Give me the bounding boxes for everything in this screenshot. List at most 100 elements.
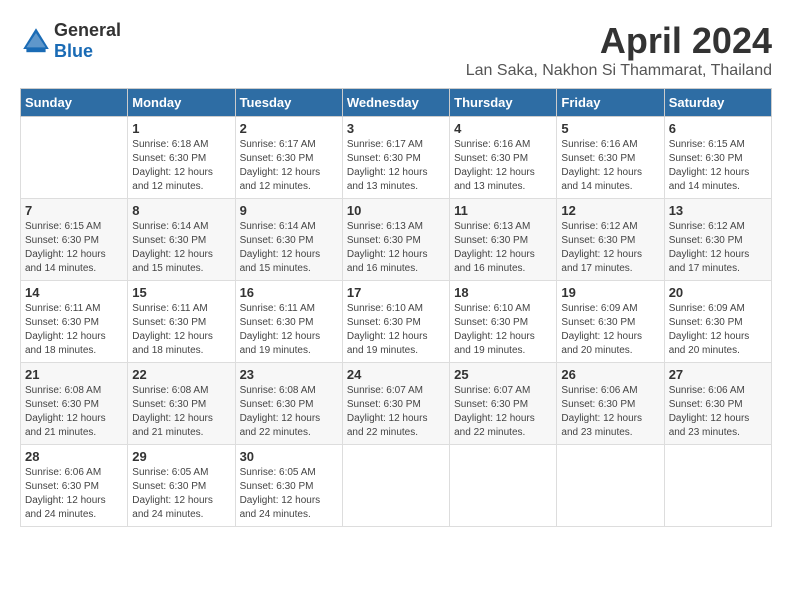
day-info: Sunrise: 6:06 AM Sunset: 6:30 PM Dayligh… <box>25 466 123 522</box>
day-info: Sunrise: 6:05 AM Sunset: 6:30 PM Dayligh… <box>240 466 338 522</box>
calendar-cell: 2 Sunrise: 6:17 AM Sunset: 6:30 PM Daylig… <box>235 117 342 199</box>
calendar-cell: 19 Sunrise: 6:09 AM Sunset: 6:30 PM Dayli… <box>557 281 664 363</box>
day-info: Sunrise: 6:14 AM Sunset: 6:30 PM Dayligh… <box>132 220 230 276</box>
calendar-cell: 28 Sunrise: 6:06 AM Sunset: 6:30 PM Dayli… <box>21 445 128 527</box>
calendar-week-2: 7 Sunrise: 6:15 AM Sunset: 6:30 PM Daylig… <box>21 199 772 281</box>
logo-general: General <box>54 20 121 40</box>
day-info: Sunrise: 6:12 AM Sunset: 6:30 PM Dayligh… <box>669 220 767 276</box>
calendar-cell: 9Sunrise: 6:14 AM Sunset: 6:30 PM Daylig… <box>235 199 342 281</box>
day-number: 1 <box>132 121 230 136</box>
calendar-table: SundayMondayTuesdayWednesdayThursdayFrid… <box>20 88 772 527</box>
calendar-cell: 4 Sunrise: 6:16 AM Sunset: 6:30 PM Daylig… <box>450 117 557 199</box>
calendar-cell: 8 Sunrise: 6:14 AM Sunset: 6:30 PM Daylig… <box>128 199 235 281</box>
calendar-cell: 7 Sunrise: 6:15 AM Sunset: 6:30 PM Daylig… <box>21 199 128 281</box>
day-info: Sunrise: 6:09 AM Sunset: 6:30 PM Dayligh… <box>669 302 767 358</box>
day-number: 5 <box>561 121 659 136</box>
day-number: 12 <box>561 203 659 218</box>
calendar-cell: 25Sunrise: 6:07 AM Sunset: 6:30 PM Dayli… <box>450 363 557 445</box>
calendar-cell: 16 Sunrise: 6:11 AM Sunset: 6:30 PM Dayli… <box>235 281 342 363</box>
day-info: Sunrise: 6:17 AM Sunset: 6:30 PM Dayligh… <box>240 138 338 194</box>
day-number: 10 <box>347 203 445 218</box>
day-number: 14 <box>25 285 123 300</box>
calendar-cell: 5Sunrise: 6:16 AM Sunset: 6:30 PM Daylig… <box>557 117 664 199</box>
day-number: 15 <box>132 285 230 300</box>
day-info: Sunrise: 6:17 AM Sunset: 6:30 PM Dayligh… <box>347 138 445 194</box>
day-number: 29 <box>132 449 230 464</box>
calendar-cell: 1 Sunrise: 6:18 AM Sunset: 6:30 PM Daylig… <box>128 117 235 199</box>
page-header: General Blue April 2024 Lan Saka, Nakhon… <box>20 20 772 80</box>
calendar-cell: 10 Sunrise: 6:13 AM Sunset: 6:30 PM Dayli… <box>342 199 449 281</box>
calendar-week-1: 1 Sunrise: 6:18 AM Sunset: 6:30 PM Daylig… <box>21 117 772 199</box>
calendar-cell <box>664 445 771 527</box>
day-number: 11 <box>454 203 552 218</box>
calendar-cell: 29 Sunrise: 6:05 AM Sunset: 6:30 PM Dayli… <box>128 445 235 527</box>
calendar-cell: 13 Sunrise: 6:12 AM Sunset: 6:30 PM Dayli… <box>664 199 771 281</box>
calendar-cell: 26Sunrise: 6:06 AM Sunset: 6:30 PM Dayli… <box>557 363 664 445</box>
weekday-header-monday: Monday <box>128 89 235 117</box>
day-info: Sunrise: 6:15 AM Sunset: 6:30 PM Dayligh… <box>25 220 123 276</box>
day-number: 3 <box>347 121 445 136</box>
day-number: 4 <box>454 121 552 136</box>
day-info: Sunrise: 6:05 AM Sunset: 6:30 PM Dayligh… <box>132 466 230 522</box>
calendar-week-5: 28 Sunrise: 6:06 AM Sunset: 6:30 PM Dayli… <box>21 445 772 527</box>
weekday-header-thursday: Thursday <box>450 89 557 117</box>
weekday-header-sunday: Sunday <box>21 89 128 117</box>
day-info: Sunrise: 6:16 AM Sunset: 6:30 PM Dayligh… <box>454 138 552 194</box>
calendar-cell: 3 Sunrise: 6:17 AM Sunset: 6:30 PM Daylig… <box>342 117 449 199</box>
day-number: 7 <box>25 203 123 218</box>
month-title: April 2024 <box>466 20 772 62</box>
day-number: 21 <box>25 367 123 382</box>
day-number: 2 <box>240 121 338 136</box>
logo: General Blue <box>20 20 121 62</box>
day-info: Sunrise: 6:11 AM Sunset: 6:30 PM Dayligh… <box>240 302 338 358</box>
calendar-cell: 24Sunrise: 6:07 AM Sunset: 6:30 PM Dayli… <box>342 363 449 445</box>
day-info: Sunrise: 6:13 AM Sunset: 6:30 PM Dayligh… <box>347 220 445 276</box>
day-number: 8 <box>132 203 230 218</box>
calendar-cell: 22Sunrise: 6:08 AM Sunset: 6:30 PM Dayli… <box>128 363 235 445</box>
weekday-header-friday: Friday <box>557 89 664 117</box>
calendar-cell <box>450 445 557 527</box>
calendar-cell: 30Sunrise: 6:05 AM Sunset: 6:30 PM Dayli… <box>235 445 342 527</box>
day-number: 24 <box>347 367 445 382</box>
day-number: 18 <box>454 285 552 300</box>
calendar-cell: 14Sunrise: 6:11 AM Sunset: 6:30 PM Dayli… <box>21 281 128 363</box>
day-number: 6 <box>669 121 767 136</box>
calendar-cell: 17Sunrise: 6:10 AM Sunset: 6:30 PM Dayli… <box>342 281 449 363</box>
weekday-header-saturday: Saturday <box>664 89 771 117</box>
day-info: Sunrise: 6:07 AM Sunset: 6:30 PM Dayligh… <box>454 384 552 440</box>
day-number: 23 <box>240 367 338 382</box>
calendar-cell: 21 Sunrise: 6:08 AM Sunset: 6:30 PM Dayli… <box>21 363 128 445</box>
day-info: Sunrise: 6:08 AM Sunset: 6:30 PM Dayligh… <box>240 384 338 440</box>
day-info: Sunrise: 6:13 AM Sunset: 6:30 PM Dayligh… <box>454 220 552 276</box>
day-number: 22 <box>132 367 230 382</box>
calendar-week-3: 14 Sunrise: 6:11 AM Sunset: 6:30 PM Dayli… <box>21 281 772 363</box>
title-area: April 2024 Lan Saka, Nakhon Si Thammarat… <box>466 20 772 80</box>
day-number: 20 <box>669 285 767 300</box>
calendar-cell <box>342 445 449 527</box>
calendar-cell: 12 Sunrise: 6:12 AM Sunset: 6:30 PM Dayli… <box>557 199 664 281</box>
day-number: 13 <box>669 203 767 218</box>
day-info: Sunrise: 6:15 AM Sunset: 6:30 PM Dayligh… <box>669 138 767 194</box>
weekday-header-row: SundayMondayTuesdayWednesdayThursdayFrid… <box>21 89 772 117</box>
calendar-cell: 6 Sunrise: 6:15 AM Sunset: 6:30 PM Daylig… <box>664 117 771 199</box>
calendar-cell: 18 Sunrise: 6:10 AM Sunset: 6:30 PM Dayli… <box>450 281 557 363</box>
day-number: 28 <box>25 449 123 464</box>
calendar-cell <box>557 445 664 527</box>
calendar-cell: 23 Sunrise: 6:08 AM Sunset: 6:30 PM Dayli… <box>235 363 342 445</box>
day-info: Sunrise: 6:06 AM Sunset: 6:30 PM Dayligh… <box>669 384 767 440</box>
day-info: Sunrise: 6:10 AM Sunset: 6:30 PM Dayligh… <box>454 302 552 358</box>
calendar-cell: 27Sunrise: 6:06 AM Sunset: 6:30 PM Dayli… <box>664 363 771 445</box>
day-info: Sunrise: 6:18 AM Sunset: 6:30 PM Dayligh… <box>132 138 230 194</box>
weekday-header-tuesday: Tuesday <box>235 89 342 117</box>
day-info: Sunrise: 6:10 AM Sunset: 6:30 PM Dayligh… <box>347 302 445 358</box>
day-info: Sunrise: 6:12 AM Sunset: 6:30 PM Dayligh… <box>561 220 659 276</box>
day-number: 16 <box>240 285 338 300</box>
day-info: Sunrise: 6:11 AM Sunset: 6:30 PM Dayligh… <box>132 302 230 358</box>
calendar-week-4: 21 Sunrise: 6:08 AM Sunset: 6:30 PM Dayli… <box>21 363 772 445</box>
day-info: Sunrise: 6:08 AM Sunset: 6:30 PM Dayligh… <box>25 384 123 440</box>
day-number: 19 <box>561 285 659 300</box>
day-info: Sunrise: 6:09 AM Sunset: 6:30 PM Dayligh… <box>561 302 659 358</box>
calendar-cell <box>21 117 128 199</box>
logo-blue: Blue <box>54 41 93 61</box>
day-number: 9 <box>240 203 338 218</box>
